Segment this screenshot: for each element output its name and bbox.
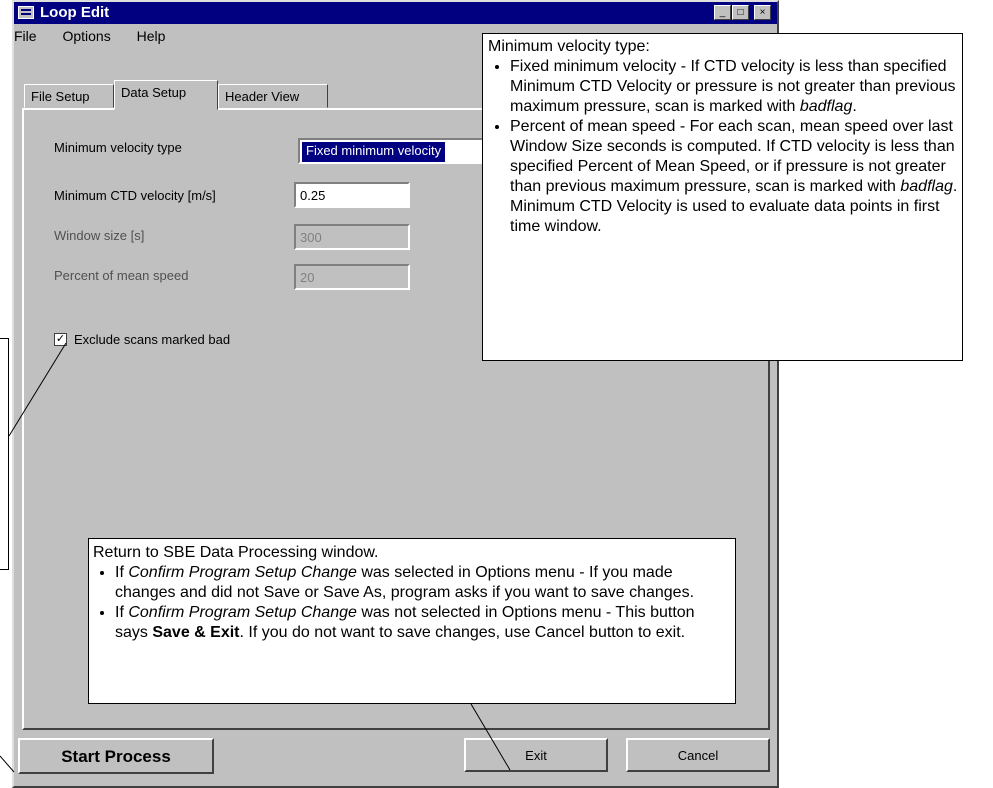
- callout-bullet-percent: Percent of mean speed - For each scan, m…: [510, 117, 958, 237]
- exit-callout: Return to SBE Data Processing window. If…: [88, 538, 736, 704]
- callout-text: Fixed minimum velocity - If CTD velocity…: [510, 58, 956, 115]
- callout-bullet-confirm-not-selected: If Confirm Program Setup Change was not …: [115, 603, 729, 643]
- callout-text: .: [852, 98, 857, 115]
- callout-italic: badflag: [900, 178, 953, 195]
- callout-text: If: [115, 604, 129, 621]
- callout-italic: Confirm Program Setup Change: [128, 564, 357, 581]
- callout-text: . If you do not want to save changes, us…: [239, 624, 686, 641]
- callout-bullet-confirm-selected: If Confirm Program Setup Change was sele…: [115, 563, 729, 603]
- exit-callout-heading: Return to SBE Data Processing window.: [93, 544, 379, 561]
- tab-data-setup[interactable]: Data Setup: [114, 80, 218, 110]
- velocity-type-callout-heading: Minimum velocity type:: [488, 38, 650, 55]
- callout-italic: badflag: [799, 98, 853, 115]
- callout-bullet-fixed: Fixed minimum velocity - If CTD velocity…: [510, 57, 958, 117]
- callout-text: Percent of mean speed - For each scan, m…: [510, 118, 955, 195]
- callout-bold: Save & Exit: [152, 624, 240, 641]
- velocity-type-callout: Minimum velocity type: Fixed minimum vel…: [482, 33, 963, 361]
- callout-text: If: [115, 564, 129, 581]
- callout-italic: Confirm Program Setup Change: [128, 604, 357, 621]
